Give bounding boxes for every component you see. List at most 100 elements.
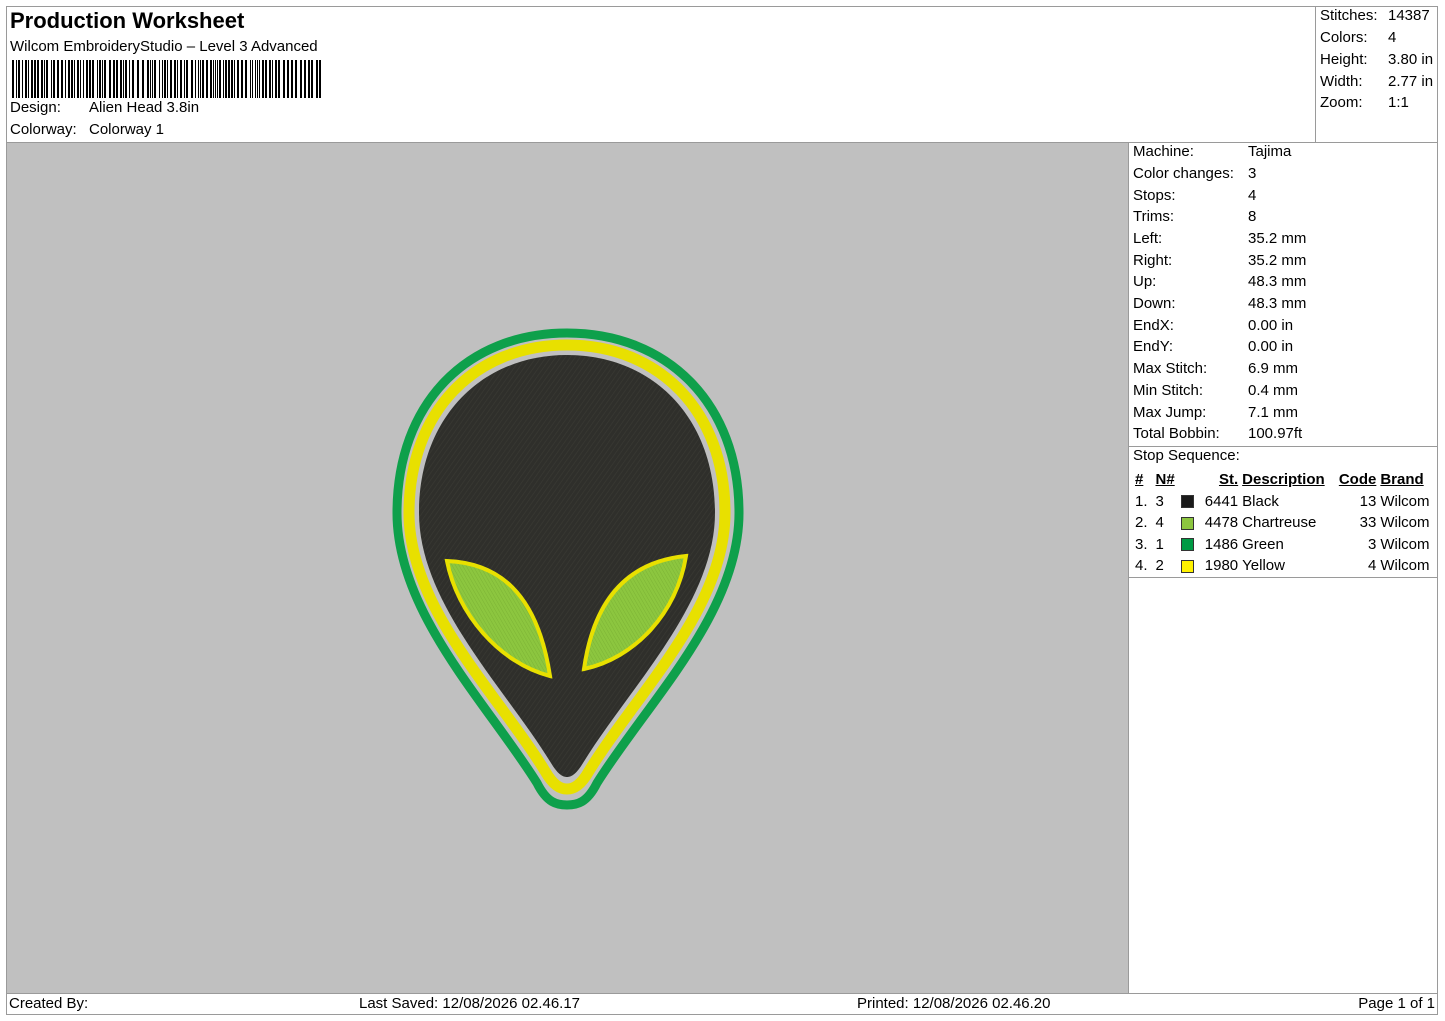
machine-label: Up: [1133, 273, 1157, 290]
table-row: 2. 4 4478 Chartreuse 33 Wilcom [1133, 512, 1438, 534]
machine-row: Stops: 4 [1133, 187, 1256, 204]
machine-row: Total Bobbin: 100.97ft [1133, 425, 1302, 442]
table-header-row: # N# St. Description Code Brand [1133, 469, 1438, 491]
design-row: Design: Alien Head 3.8in [10, 99, 199, 116]
color-swatch [1180, 516, 1194, 530]
machine-label: EndY: [1133, 338, 1174, 355]
machine-row: Max Stitch: 6.9 mm [1133, 360, 1298, 377]
machine-value: 48.3 mm [1248, 273, 1307, 290]
software-name: Wilcom EmbroideryStudio – Level 3 Advanc… [10, 38, 318, 55]
page-number: Page 1 of 1 [1358, 995, 1435, 1012]
machine-row: Machine: Tajima [1133, 143, 1291, 160]
stop-swatch [1179, 534, 1198, 556]
machine-panel: Machine: Tajima Color changes: 3 Stops: 4 T… [1128, 143, 1438, 993]
stop-brand: Wilcom [1380, 535, 1430, 553]
stop-swatch [1179, 512, 1198, 534]
stop-swatch [1179, 491, 1198, 513]
summary-row: Width: 2.77 in [1320, 73, 1433, 90]
alien-head-design [392, 328, 744, 810]
stop-code: 4 [1368, 557, 1377, 575]
summary-value: 4 [1388, 29, 1397, 46]
machine-value: 0.00 in [1248, 317, 1294, 334]
stop-brand: Wilcom [1380, 514, 1430, 532]
summary-row: Stitches: 14387 [1320, 7, 1430, 24]
machine-row: Down: 48.3 mm [1133, 295, 1306, 312]
color-swatch [1180, 538, 1194, 552]
machine-label: Right: [1133, 252, 1173, 269]
machine-value: 3 [1248, 165, 1257, 182]
design-preview [7, 143, 1128, 993]
worksheet-header: Production Worksheet Wilcom EmbroiderySt… [6, 6, 1315, 143]
stop-swatch [1179, 555, 1198, 577]
machine-row: Right: 35.2 mm [1133, 252, 1306, 269]
machine-value: 7.1 mm [1248, 404, 1299, 421]
summary-value: 14387 [1388, 7, 1430, 24]
created-by: Created By: [9, 995, 89, 1012]
design-label: Design: [10, 99, 61, 116]
machine-value: Tajima [1248, 143, 1292, 160]
colorway-label: Colorway: [10, 121, 77, 138]
stop-needle: 3 [1155, 492, 1164, 510]
machine-label: Max Jump: [1133, 404, 1207, 421]
stop-needle: 2 [1155, 557, 1164, 575]
machine-label: Total Bobbin: [1133, 425, 1220, 442]
stop-needle: 4 [1155, 514, 1164, 532]
stop-index: 2. [1135, 514, 1148, 532]
table-row: 3. 1 1486 Green 3 Wilcom [1133, 534, 1438, 556]
summary-row: Colors: 4 [1320, 29, 1396, 46]
stop-index: 1. [1135, 492, 1148, 510]
stop-brand: Wilcom [1380, 557, 1430, 575]
color-swatch [1180, 559, 1194, 573]
machine-label: Machine: [1133, 143, 1194, 160]
col-header-index: # [1135, 471, 1144, 489]
summary-value: 2.77 in [1388, 73, 1434, 90]
summary-label: Colors: [1320, 29, 1368, 46]
summary-label: Zoom: [1320, 94, 1363, 111]
machine-label: Color changes: [1133, 165, 1234, 182]
stop-stitches: 6441 [1204, 492, 1239, 510]
machine-row: EndX: 0.00 in [1133, 317, 1293, 334]
machine-label: Min Stitch: [1133, 382, 1204, 399]
summary-value: 1:1 [1388, 94, 1409, 111]
design-value: Alien Head 3.8in [89, 99, 200, 116]
machine-label: EndX: [1133, 317, 1174, 334]
stop-code: 33 [1359, 514, 1377, 532]
summary-row: Zoom: 1:1 [1320, 94, 1409, 111]
worksheet-title: Production Worksheet [10, 8, 245, 33]
col-header-code: Code [1338, 471, 1377, 489]
barcode [12, 60, 321, 98]
stop-code: 13 [1359, 492, 1377, 510]
summary-label: Height: [1320, 51, 1368, 68]
stop-code: 3 [1368, 535, 1377, 553]
stop-index: 4. [1135, 557, 1148, 575]
machine-value: 0.00 in [1248, 338, 1294, 355]
machine-row: EndY: 0.00 in [1133, 338, 1293, 355]
stop-brand: Wilcom [1380, 492, 1430, 510]
machine-row: Left: 35.2 mm [1133, 230, 1306, 247]
divider [1129, 577, 1438, 578]
worksheet-footer: Created By: Last Saved: 12/08/2026 02.46… [6, 993, 1438, 1015]
stop-needle: 1 [1155, 535, 1164, 553]
color-swatch [1180, 495, 1194, 509]
summary-panel: Stitches: 14387 Colors: 4 Height: 3.80 in W… [1315, 6, 1438, 143]
machine-value: 35.2 mm [1248, 252, 1307, 269]
stop-index: 3. [1135, 535, 1148, 553]
col-header-needle: N# [1155, 471, 1175, 489]
stop-description: Green [1242, 535, 1284, 553]
stop-stitches: 1980 [1204, 557, 1239, 575]
col-header-brand: Brand [1380, 471, 1424, 489]
stop-sequence-heading: Stop Sequence: [1133, 447, 1240, 464]
machine-row: Color changes: 3 [1133, 165, 1256, 182]
machine-row: Trims: 8 [1133, 208, 1256, 225]
machine-label: Trims: [1133, 208, 1175, 225]
stop-stitches: 1486 [1204, 535, 1239, 553]
table-row: 1. 3 6441 Black 13 Wilcom [1133, 491, 1438, 513]
machine-value: 6.9 mm [1248, 360, 1299, 377]
machine-label: Stops: [1133, 187, 1176, 204]
machine-value: 0.4 mm [1248, 382, 1299, 399]
stop-stitches: 4478 [1204, 514, 1239, 532]
machine-row: Up: 48.3 mm [1133, 273, 1306, 290]
col-header-swatch [1179, 469, 1198, 491]
table-row: 4. 2 1980 Yellow 4 Wilcom [1133, 555, 1438, 577]
col-header-description: Description [1242, 471, 1325, 489]
